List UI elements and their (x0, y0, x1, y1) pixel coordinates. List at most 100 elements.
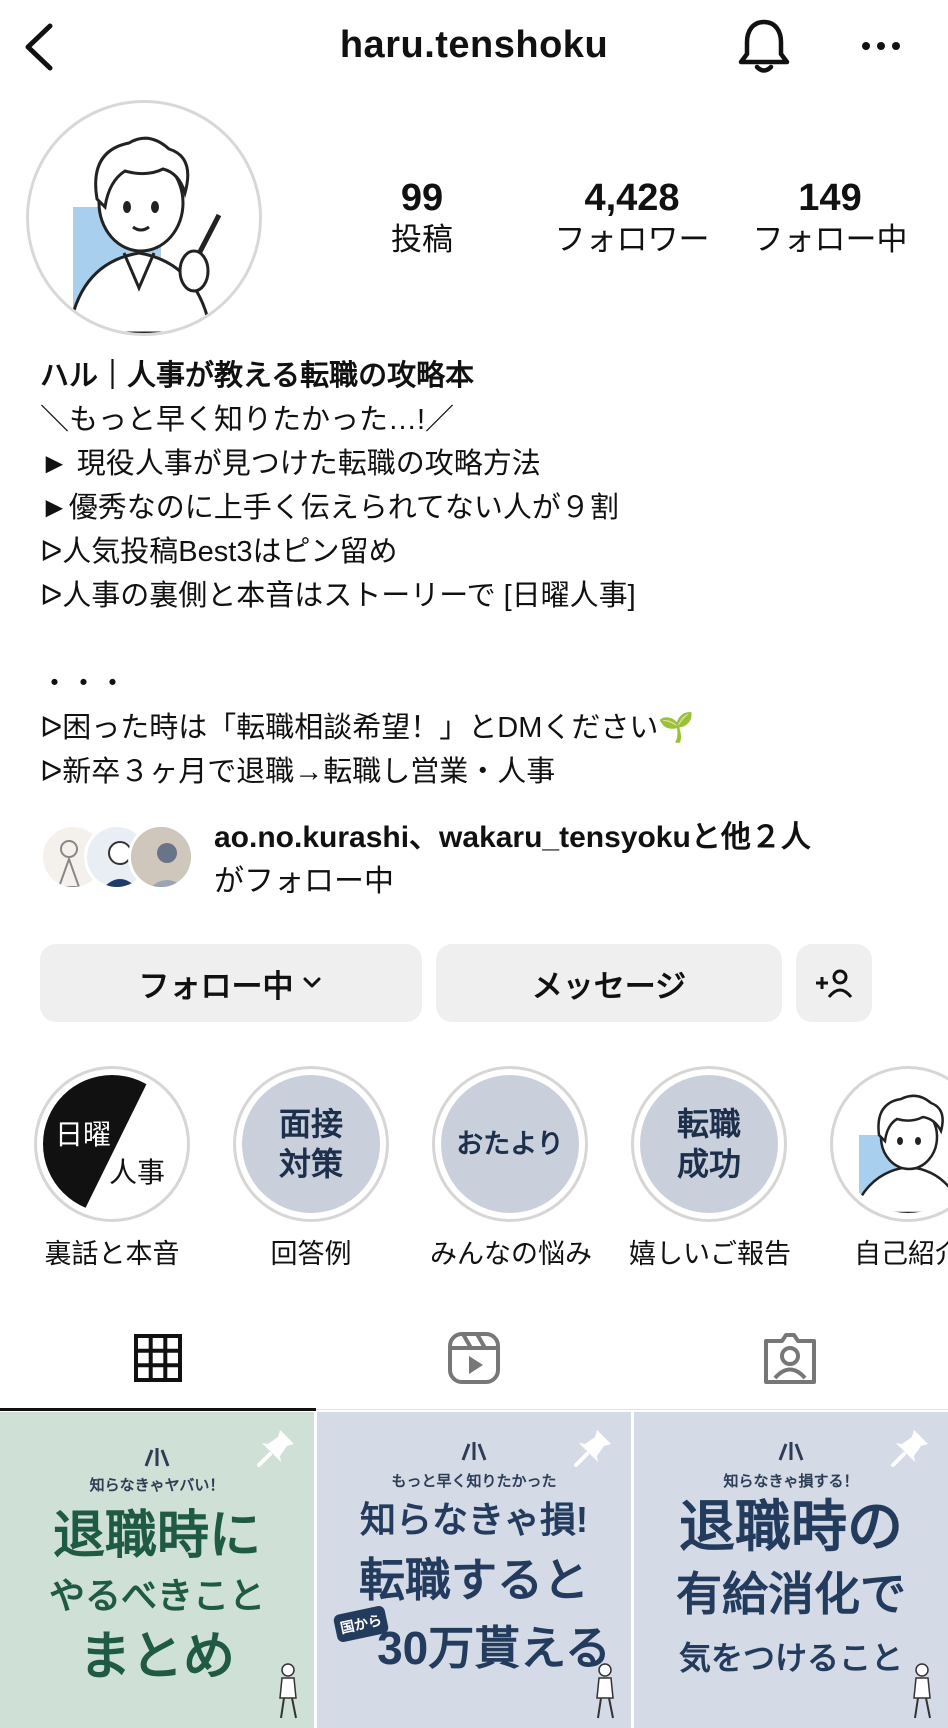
bio-line: ＼もっと早く知りたかった…!／ (40, 404, 455, 436)
chevron-down-icon (303, 977, 320, 988)
followers-count: 4,428 (584, 177, 680, 219)
following-count: 149 (798, 177, 862, 219)
reels-icon (448, 1332, 500, 1384)
grid-icon (134, 1334, 182, 1382)
highlight-item[interactable]: 転職 成功 嬉しいご報告 (629, 1066, 791, 1274)
pin-icon (257, 1430, 294, 1467)
pin-icon (574, 1430, 611, 1467)
top-bar: haru.tenshoku (0, 0, 948, 100)
add-user-button[interactable] (796, 944, 872, 1022)
self-intro-illustration (851, 1094, 948, 1213)
highlight-ring: 転職 成功 (631, 1066, 787, 1222)
sparkle-icon (778, 1442, 804, 1461)
following-button[interactable]: フォロー中 (40, 944, 422, 1022)
highlight-cover: 日曜 人事 (43, 1075, 181, 1213)
post-title-line: 退職時に (52, 1507, 261, 1565)
story-highlights: 日曜 人事 裏話と本音 面接 対策 回答例 おたより みんなの悩み 転職 成功 … (0, 1066, 948, 1276)
bio-line: ᐅ困った時は「転職相談希望！」とDMください🌱 (40, 712, 695, 744)
mutual-names[interactable]: ao.no.kurashi、wakaru_tensyoku (214, 821, 691, 854)
highlight-cover-text: 日曜 (55, 1120, 112, 1151)
highlight-cover-text: 人事 (109, 1158, 166, 1189)
highlight-cover-text: 面接 (278, 1106, 343, 1142)
mutual-suffix: がフォロー中 (214, 865, 394, 898)
bio-line: ► 現役人事が見つけた転職の攻略方法 (40, 448, 541, 480)
post-title-line: まとめ (78, 1628, 235, 1686)
tagged-icon (764, 1333, 816, 1384)
highlight-item[interactable]: 面接 対策 回答例 (231, 1066, 391, 1274)
post-thumbnail[interactable]: もっと早く知りたかった 知らなきゃ損! 転職すると 30万貰える 国から (317, 1412, 631, 1728)
post-title-line: 知らなきゃ損! (360, 1499, 588, 1540)
stat-posts[interactable]: 99 投稿 (340, 176, 504, 260)
highlight-ring: 面接 対策 (233, 1066, 389, 1222)
more-horizontal-icon (862, 42, 900, 50)
highlight-label: 回答例 (270, 1239, 352, 1269)
highlight-cover-text: おたより (456, 1129, 564, 1159)
highlight-ring (830, 1066, 948, 1222)
highlight-label: 裏話と本音 (44, 1239, 180, 1269)
highlight-cover (839, 1075, 948, 1213)
tab-posts[interactable] (0, 1306, 316, 1411)
highlight-item[interactable]: 自己紹介 (828, 1066, 948, 1274)
message-button[interactable]: メッセージ (436, 944, 782, 1022)
bio-line: ᐅ新卒３ヶ月で退職→転職し営業・人事 (40, 756, 556, 788)
highlight-label: みんなの悩み (430, 1239, 592, 1269)
add-user-icon (816, 969, 853, 998)
highlight-cover: 転職 成功 (640, 1075, 778, 1213)
mutual-avatars (40, 816, 200, 892)
bell-icon (738, 19, 790, 73)
person-figure-icon (279, 1663, 297, 1719)
profile-tabs (0, 1306, 948, 1411)
highlight-ring: おたより (432, 1066, 588, 1222)
highlight-cover: 面接 対策 (242, 1075, 380, 1213)
profile-avatar[interactable] (26, 100, 262, 336)
posts-label: 投稿 (391, 222, 453, 257)
post-thumbnail[interactable]: 知らなきゃヤバい！ 退職時に やるべきこと まとめ (0, 1412, 314, 1728)
post-title-line: 有給消化で (676, 1568, 906, 1620)
highlight-cover-text: 成功 (676, 1146, 741, 1182)
bio-line: ᐅ人気投稿Best3はピン留め (40, 536, 398, 568)
highlight-cover-text: 対策 (278, 1146, 343, 1182)
person-figure-icon (913, 1663, 931, 1719)
bio-line: ᐅ人事の裏側と本音はストーリーで [日曜人事] (40, 580, 636, 612)
post-thumbnail[interactable]: 知らなきゃ損する！ 退職時の 有給消化で 気をつけること (634, 1412, 948, 1728)
person-figure-icon (596, 1663, 614, 1719)
active-tab-indicator (0, 1408, 316, 1411)
profile-bio: ハル｜人事が教える転職の攻略本 ＼もっと早く知りたかった…!／ ► 現役人事が見… (40, 354, 920, 794)
highlight-item[interactable]: おたより みんなの悩み (430, 1066, 592, 1274)
bio-line: ►優秀なのに上手く伝えられてない人が９割 (40, 492, 619, 524)
following-label: フォロー中 (752, 222, 908, 257)
message-button-label: メッセージ (531, 968, 687, 1004)
sparkle-icon (461, 1442, 487, 1461)
tab-tagged[interactable] (632, 1306, 948, 1410)
bio-line: ・・・ (40, 668, 128, 700)
post-subtitle: 知らなきゃ損する！ (723, 1473, 859, 1490)
profile-actions: フォロー中 メッセージ (40, 944, 910, 1022)
highlight-label: 嬉しいご報告 (629, 1239, 791, 1269)
post-title-line: 気をつけること (678, 1640, 903, 1676)
sparkle-icon (144, 1448, 170, 1467)
followed-by[interactable]: ao.no.kurashi、wakaru_tensyokuと他２人 がフォロー中 (40, 816, 930, 902)
highlight-ring: 日曜 人事 (34, 1066, 190, 1222)
more-options-button[interactable] (858, 26, 904, 66)
post-title-line: 退職時の (679, 1495, 903, 1558)
posts-count: 99 (400, 177, 444, 219)
profile-username: haru.tenshoku (339, 24, 609, 66)
notification-button[interactable] (736, 16, 792, 76)
profile-display-name: ハル｜人事が教える転職の攻略本 (40, 360, 475, 392)
highlight-label: 自己紹介 (854, 1239, 948, 1269)
bio-spacer (40, 618, 920, 662)
stat-following[interactable]: 149 フォロー中 (730, 176, 930, 260)
highlight-cover-text: 転職 (676, 1106, 741, 1142)
post-subtitle: もっと早く知りたかった (391, 1473, 557, 1490)
post-title-line: やるべきこと (48, 1575, 265, 1616)
following-button-label: フォロー中 (138, 968, 294, 1004)
avatar-illustration (67, 136, 222, 333)
post-title-line: 転職すると (359, 1554, 589, 1606)
pin-icon (891, 1430, 928, 1467)
tab-reels[interactable] (316, 1306, 632, 1410)
highlight-item[interactable]: 日曜 人事 裏話と本音 (32, 1066, 192, 1274)
mutual-others: と他２人 (690, 821, 811, 854)
stat-followers[interactable]: 4,428 フォロワー (532, 176, 732, 260)
profile-stats: 99 投稿 4,428 フォロワー 149 フォロー中 (340, 176, 920, 266)
followers-label: フォロワー (554, 222, 710, 257)
